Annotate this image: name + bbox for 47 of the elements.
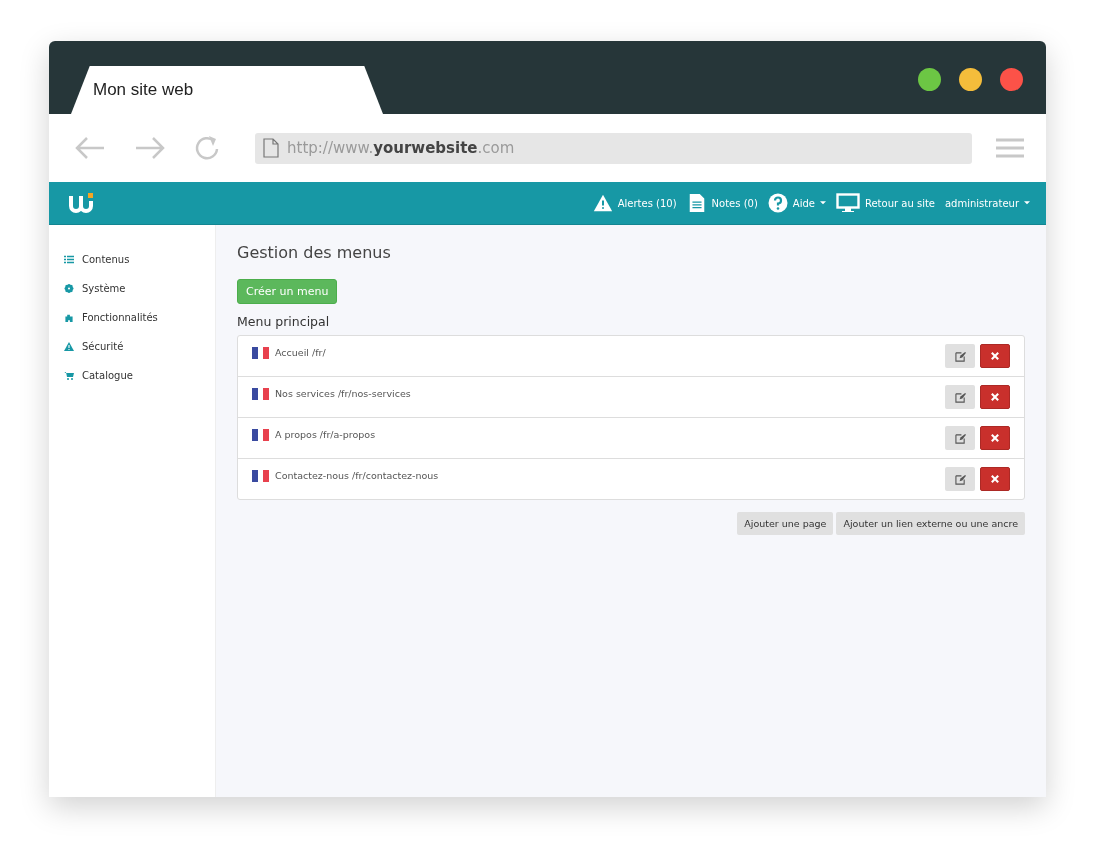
sidebar-item[interactable]: Catalogue	[49, 361, 215, 390]
minimize-button[interactable]	[959, 68, 982, 91]
section-title: Menu principal	[237, 314, 331, 329]
logo-icon[interactable]	[69, 192, 95, 214]
menu-entry-label: Accueil /fr/	[275, 347, 326, 358]
edit-icon	[954, 473, 966, 485]
close-button[interactable]	[1000, 68, 1023, 91]
edit-icon	[954, 391, 966, 403]
delete-button[interactable]	[980, 426, 1010, 450]
close-icon	[991, 393, 999, 401]
sidebar-item[interactable]: Contenus	[49, 245, 215, 274]
maximize-button[interactable]	[918, 68, 941, 91]
list-icon	[64, 255, 74, 264]
page-title: Gestion des menus	[237, 243, 392, 262]
delete-button[interactable]	[980, 344, 1010, 368]
warning-icon	[592, 193, 613, 213]
sidebar-item[interactable]: Sécurité	[49, 332, 215, 361]
flag-icon	[252, 347, 269, 359]
sidebar-item[interactable]: Fonctionnalités	[49, 303, 215, 332]
sidebar-item[interactable]: Système	[49, 274, 215, 303]
close-icon	[991, 475, 999, 483]
edit-button[interactable]	[945, 385, 975, 409]
edit-button[interactable]	[945, 426, 975, 450]
close-icon	[991, 352, 999, 360]
menu-entry-label: Contactez-nous /fr/contactez-nous	[275, 470, 439, 481]
monitor-icon	[835, 193, 860, 213]
flag-icon	[252, 429, 269, 441]
flag-icon	[252, 470, 269, 482]
edit-button[interactable]	[945, 467, 975, 491]
browser-tab[interactable]: Mon site web	[71, 66, 383, 114]
menu-entry-label: Nos services /fr/nos-services	[275, 388, 411, 399]
close-icon	[991, 434, 999, 442]
document-icon	[263, 138, 279, 158]
flag-icon	[252, 388, 269, 400]
menu-entry-label: A propos /fr/a-propos	[275, 429, 376, 440]
delete-button[interactable]	[980, 467, 1010, 491]
cart-icon	[64, 371, 74, 380]
help-icon	[767, 193, 788, 213]
edit-icon	[954, 432, 966, 444]
edit-button[interactable]	[945, 344, 975, 368]
delete-button[interactable]	[980, 385, 1010, 409]
edit-icon	[954, 350, 966, 362]
gear-icon	[64, 284, 74, 293]
add-button[interactable]: Ajouter un lien externe ou une ancre	[836, 512, 1025, 535]
add-button[interactable]: Ajouter une page	[737, 512, 834, 535]
address-bar[interactable]: http://www.yourwebsite.com	[255, 132, 972, 164]
warning-icon	[64, 342, 74, 351]
